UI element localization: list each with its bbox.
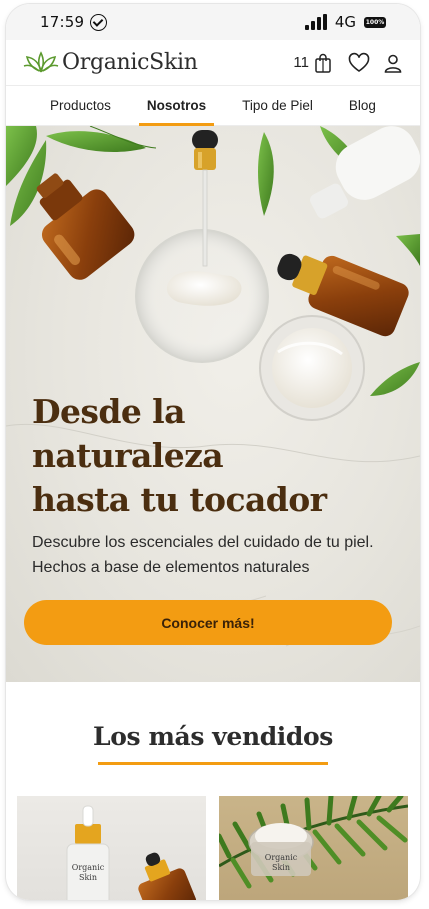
nav-item-blog[interactable]: Blog — [341, 86, 384, 125]
heart-icon[interactable] — [348, 52, 370, 74]
learn-more-button[interactable]: Conocer más! — [24, 600, 392, 645]
hero-title-line-2: naturaleza — [32, 436, 224, 475]
product-card[interactable]: Organic Skin — [17, 796, 206, 900]
phone-frame: 17:59 4G 100% OrganicSkin 11 Productos N… — [6, 4, 420, 900]
nav-item-nosotros[interactable]: Nosotros — [138, 86, 215, 126]
site-header: OrganicSkin 11 — [6, 40, 420, 86]
logo-text: OrganicSkin — [62, 50, 198, 75]
bottle-label-line-1: Organic — [72, 863, 105, 872]
nav-item-tipo-de-piel[interactable]: Tipo de Piel — [234, 86, 321, 125]
logo[interactable]: OrganicSkin — [22, 50, 198, 75]
hero-title-line-3: hasta tu tocador — [32, 480, 327, 519]
jar-label-line-1: Organic — [265, 853, 298, 862]
jar-label-line-2: Skin — [272, 863, 290, 872]
product-image-serum: Organic Skin — [66, 805, 197, 900]
check-circle-icon — [90, 13, 108, 31]
hero-title: Desde la naturaleza hasta tu tocador — [32, 390, 352, 522]
product-image-cream: Organic Skin — [219, 796, 408, 889]
title-underline — [98, 762, 328, 765]
battery-icon: 100% — [364, 16, 386, 28]
user-icon[interactable] — [382, 52, 404, 74]
hero-banner: Desde la naturaleza hasta tu tocador Des… — [6, 126, 420, 682]
status-bar: 17:59 4G 100% — [6, 4, 420, 40]
bottle-label-line-2: Skin — [79, 873, 97, 882]
cart-button[interactable]: 11 — [293, 52, 334, 74]
cart-bag-icon — [315, 53, 331, 73]
main-nav: Productos Nosotros Tipo de Piel Blog — [6, 86, 420, 126]
status-indicators: 4G 100% — [304, 13, 386, 31]
header-actions: 11 — [293, 52, 404, 74]
hero-title-line-1: Desde la — [32, 392, 185, 431]
leaf-logo-icon — [23, 50, 59, 73]
signal-icon — [304, 14, 327, 30]
network-type: 4G — [334, 13, 356, 31]
product-card[interactable]: Organic Skin — [219, 796, 408, 900]
cart-count: 11 — [293, 54, 309, 71]
nav-item-productos[interactable]: Productos — [42, 86, 119, 125]
status-time: 17:59 — [40, 13, 85, 31]
hero-subtitle: Descubre los escenciales del cuidado de … — [32, 534, 374, 576]
best-sellers-title: Los más vendidos — [93, 722, 333, 751]
